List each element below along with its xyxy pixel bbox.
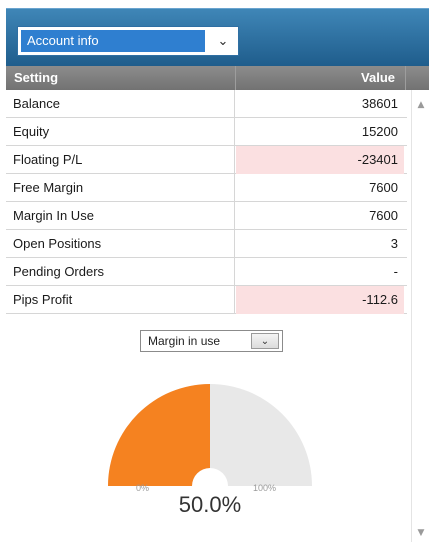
table-row[interactable]: Open Positions 3 <box>6 230 407 258</box>
table-row[interactable]: Pending Orders - <box>6 258 407 286</box>
account-info-panel: Account info ⌄ Setting Value Balance 386… <box>0 0 435 545</box>
row-value: 7600 <box>369 208 398 223</box>
table-row[interactable]: Margin In Use 7600 <box>6 202 407 230</box>
table-header-row: Setting Value <box>6 66 429 90</box>
row-setting: Open Positions <box>6 230 235 258</box>
scroll-up-icon[interactable]: ▲ <box>412 100 430 110</box>
table-row[interactable]: Free Margin 7600 <box>6 174 407 202</box>
gauge-metric-dropdown[interactable]: Margin in use ⌄ <box>140 330 283 352</box>
row-setting: Balance <box>6 90 235 118</box>
panel-header-bar: Account info ⌄ <box>6 8 429 66</box>
account-info-table: Balance 38601 Equity 15200 Floating P/L … <box>6 90 407 314</box>
scroll-down-icon[interactable]: ▼ <box>412 528 430 538</box>
chevron-down-icon[interactable]: ⌄ <box>208 27 238 55</box>
row-setting: Pending Orders <box>6 258 235 286</box>
table-row[interactable]: Pips Profit -112.6 <box>6 286 407 314</box>
table-row[interactable]: Floating P/L -23401 <box>6 146 407 174</box>
panel-selector-dropdown[interactable]: Account info ⌄ <box>17 26 239 56</box>
column-header-setting[interactable]: Setting <box>14 70 58 85</box>
gauge-svg <box>108 384 312 486</box>
row-setting: Pips Profit <box>6 286 235 314</box>
row-setting: Floating P/L <box>6 146 235 174</box>
row-value: 15200 <box>361 124 398 139</box>
column-header-value[interactable]: Value <box>361 70 395 85</box>
column-divider <box>235 66 236 90</box>
gauge-value-label: 50.0% <box>178 492 242 517</box>
row-setting: Equity <box>6 118 235 146</box>
table-row[interactable]: Balance 38601 <box>6 90 407 118</box>
column-divider <box>405 66 406 90</box>
row-setting: Margin In Use <box>6 202 235 230</box>
row-value: -23401 <box>236 146 404 174</box>
row-value: - <box>393 264 398 279</box>
row-value: 3 <box>390 236 398 251</box>
row-setting: Free Margin <box>6 174 235 202</box>
row-value: -112.6 <box>236 286 404 314</box>
gauge-fill <box>108 384 210 486</box>
chevron-down-icon[interactable]: ⌄ <box>251 333 279 349</box>
margin-gauge <box>100 368 320 488</box>
gauge-min-label: 0% <box>136 483 150 493</box>
row-value: 7600 <box>369 180 398 195</box>
panel-selector-value: Account info <box>21 30 205 52</box>
row-value: 38601 <box>361 96 398 111</box>
table-row[interactable]: Equity 15200 <box>6 118 407 146</box>
vertical-scrollbar[interactable]: ▲ ▼ <box>411 90 429 542</box>
gauge-metric-value: Margin in use <box>148 334 221 348</box>
